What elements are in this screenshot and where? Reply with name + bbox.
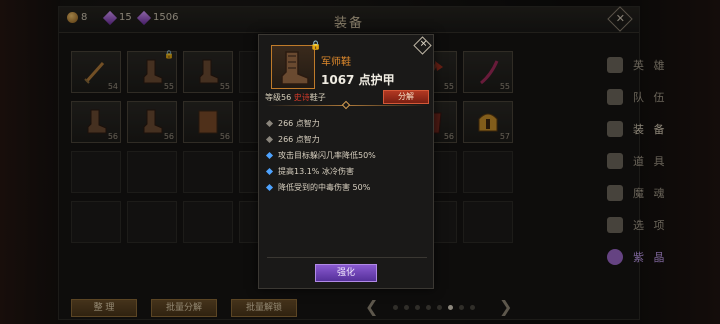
boot-icon [271,45,315,89]
bullet-icon [265,135,274,143]
divider-gem-icon [341,100,351,110]
stat-text: 攻击目标躲闪几率降低50% [278,150,376,160]
stat-line: 266 点智力 [265,115,431,131]
stat-line: 攻击目标躲闪几率降低50% [265,147,431,163]
bullet-icon [265,183,274,191]
item-name: 军师鞋 [321,57,351,68]
divider [267,257,427,258]
enhance-button[interactable]: 强化 [315,264,377,282]
salvage-button[interactable]: 分解 [383,90,429,104]
tooltip-close-button[interactable]: ✕ [413,36,432,55]
item-armor-value: 1067 点护甲 [321,73,395,87]
stat-text: 提高13.1% 冰冷伤害 [278,166,354,176]
item-type: 鞋子 [309,93,326,102]
stat-line: 提高13.1% 冰冷伤害 [265,163,431,179]
stat-line: 266 点智力 [265,131,431,147]
stat-text: 266 点智力 [278,118,320,128]
item-meta: 等级56 史诗鞋子 [265,92,326,103]
bullet-icon [265,151,274,159]
close-icon: ✕ [419,39,428,50]
item-tooltip: 🔒 军师鞋 1067 点护甲 ✕ 等级56 史诗鞋子 分解 266 点智力 266… [258,34,434,289]
bullet-icon [265,167,274,175]
stat-text: 266 点智力 [278,134,320,144]
item-level: 等级56 [265,93,292,102]
lock-icon[interactable]: 🔒 [310,41,321,51]
stat-text: 降低受到的中毒伤害 50% [278,182,371,192]
item-stats: 266 点智力 266 点智力攻击目标躲闪几率降低50% 提高13.1% 冰冷伤害降… [265,115,431,195]
bullet-icon [265,119,274,127]
item-rarity: 史诗 [293,93,310,102]
stat-line: 降低受到的中毒伤害 50% [265,179,431,195]
